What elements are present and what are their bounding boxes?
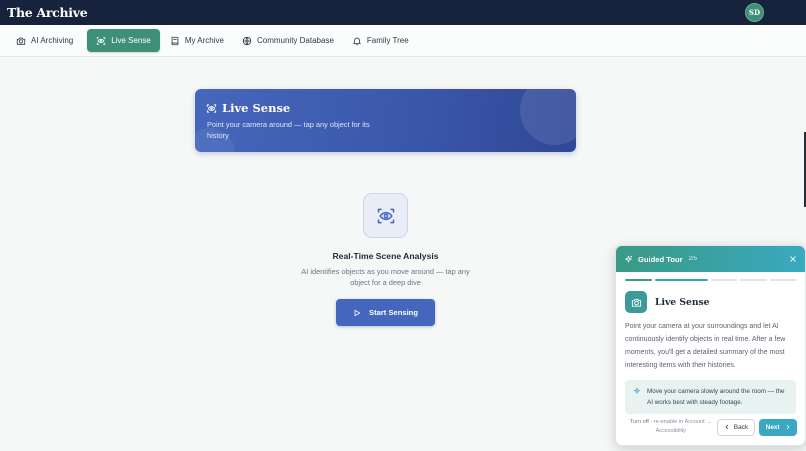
scan-eye-icon (206, 103, 217, 113)
turn-off-hint: · re-enable in Account → Accessibility (650, 419, 712, 434)
progress-segment (770, 279, 797, 281)
tour-back-button[interactable]: Back (716, 418, 756, 436)
nav-item-live-sense[interactable]: Live Sense (87, 29, 160, 52)
progress-segment (625, 279, 652, 281)
nav-item-family-tree[interactable]: Family Tree (348, 29, 417, 52)
tour-progress (616, 272, 805, 281)
chevron-right-icon (786, 424, 790, 430)
tour-step-icon (625, 291, 647, 313)
scene-title: Real-Time Scene Analysis (332, 251, 439, 261)
nav-item-label: Community Database (256, 36, 334, 45)
hero-title-text: Live Sense (222, 101, 291, 115)
tour-header-title: Guided Tour (638, 254, 683, 264)
nav-item-label: My Archive (184, 36, 224, 45)
play-icon (354, 309, 361, 316)
tour-footer: Turn off · re-enable in Account → Access… (625, 418, 797, 436)
scan-eye-icon (377, 208, 394, 223)
sparkle-icon (634, 387, 640, 394)
hero-subtitle: Point your camera around — tap any objec… (207, 120, 370, 140)
book-icon (171, 36, 179, 45)
tour-step-counter: 2/5 (688, 256, 697, 262)
start-sensing-button[interactable]: Start Sensing (336, 299, 435, 326)
nav-item-ai-archiving[interactable]: AI Archiving (12, 29, 81, 52)
live-sense-hero: Live Sense Point your camera around — ta… (195, 89, 576, 152)
close-icon[interactable] (789, 255, 797, 263)
guided-tour-popover: Guided Tour 2/5 Live Sense Point your ca… (615, 245, 806, 446)
chevron-left-icon (725, 424, 728, 430)
nav-item-label: Live Sense (111, 36, 151, 45)
next-label: Next (765, 423, 780, 431)
start-sensing-label: Start Sensing (369, 308, 418, 317)
tour-header: Guided Tour 2/5 (616, 246, 805, 272)
tour-tip: Move your camera slowly around the room … (625, 379, 796, 414)
scan-eye-icon (97, 36, 106, 45)
hero-title: Live Sense (206, 101, 290, 115)
tour-tip-text: Move your camera slowly around the room … (647, 387, 785, 406)
progress-segment (710, 279, 738, 281)
tour-turn-off[interactable]: Turn off · re-enable in Account → Access… (625, 418, 717, 436)
camera-icon (16, 37, 26, 45)
scene-description: AI identifies objects as you move around… (301, 267, 470, 287)
main-nav: AI Archiving Live Sense My Archive Commu… (0, 25, 806, 57)
tour-step-body: Point your camera at your surroundings a… (625, 323, 786, 369)
sparkle-icon (625, 255, 633, 262)
bell-icon (353, 37, 361, 45)
top-bar: The Archive SD (0, 0, 806, 25)
back-label: Back (733, 423, 749, 431)
nav-item-label: Family Tree (366, 36, 409, 45)
nav-item-community-database[interactable]: Community Database (238, 29, 342, 52)
tour-step-title: Live Sense (655, 296, 710, 308)
decorative-circle (520, 89, 576, 145)
brand-logo[interactable]: The Archive (7, 5, 88, 20)
turn-off-link[interactable]: Turn off (630, 419, 649, 425)
tour-title-row: Live Sense (616, 281, 805, 313)
camera-icon (631, 298, 641, 307)
progress-segment (740, 279, 768, 281)
scene-icon-box (363, 193, 408, 238)
tour-next-button[interactable]: Next (759, 418, 797, 436)
nav-item-label: AI Archiving (31, 36, 74, 45)
globe-icon (242, 36, 252, 45)
progress-segment (654, 279, 708, 281)
nav-item-my-archive[interactable]: My Archive (166, 29, 232, 52)
user-avatar[interactable]: SD (745, 3, 764, 22)
